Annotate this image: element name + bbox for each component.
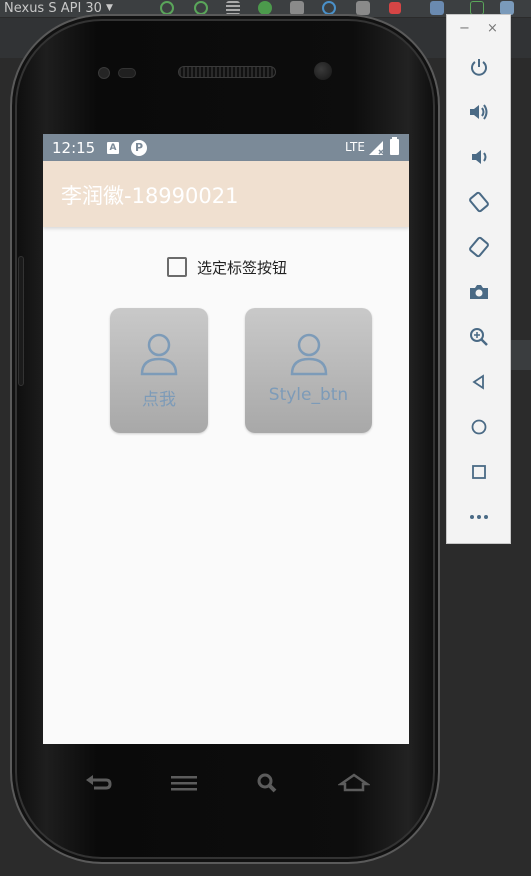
zoom-icon[interactable] [467,325,491,349]
checkbox-label: 选定标签按钮 [197,258,288,277]
minimize-button[interactable]: − [459,21,470,36]
earpiece-speaker [178,66,276,78]
ide-side-strip [511,340,531,370]
menu-key-icon[interactable] [164,771,204,801]
attach-debugger-icon[interactable] [290,1,304,15]
checkbox-box[interactable] [167,257,187,277]
run-tests-icon[interactable] [356,1,370,15]
more-icon[interactable] [467,505,491,529]
app-bar: 李润徽-18990021 [43,161,409,227]
profiler-icon[interactable] [322,1,336,15]
rerun-icon[interactable] [160,1,174,15]
click-me-button[interactable]: 点我 [110,308,208,433]
sync-icon[interactable] [430,1,444,15]
debug-icon[interactable] [258,1,272,15]
rotate-right-icon[interactable] [467,235,491,259]
camera-icon[interactable] [467,280,491,304]
run-icon[interactable] [470,1,484,15]
emulator-control-panel: − × [446,14,511,544]
style-btn-label: Style_btn [268,385,349,405]
status-time: 12:15 [52,139,96,157]
status-bar: 12:15 A P LTE [43,134,409,161]
notification-p-icon: P [131,140,147,156]
device-name: Nexus S API 30 [4,1,102,16]
network-type: LTE [345,140,365,154]
close-button[interactable]: × [487,21,498,36]
tag-button-checkbox[interactable]: 选定标签按钮 [167,255,287,279]
user-icon [290,333,328,376]
phone-side-button [18,256,24,386]
rotate-left-icon[interactable] [467,190,491,214]
proximity-sensor [118,68,136,78]
volume-up-icon[interactable] [467,100,491,124]
search-key-icon[interactable] [248,771,288,801]
device-screen: 12:15 A P LTE 李润徽-18990021 选定标签按钮 点我 Sty… [43,134,409,744]
home-icon[interactable] [467,415,491,439]
back-icon[interactable] [467,370,491,394]
battery-icon [390,137,399,155]
app-title: 李润徽-18990021 [61,184,239,208]
notification-a-icon: A [107,142,119,154]
chevron-down-icon: ▼ [105,3,113,13]
overview-icon[interactable] [467,460,491,484]
front-camera [98,67,110,79]
apply-changes-icon[interactable] [194,1,208,15]
back-key-icon[interactable] [79,771,119,801]
light-sensor [314,62,332,80]
style-btn-button[interactable]: Style_btn [245,308,372,433]
logcat-icon[interactable] [226,1,240,15]
user-icon [140,333,178,376]
click-me-label: 点我 [142,390,176,410]
stop-icon[interactable] [389,2,401,14]
home-key-icon[interactable] [334,771,374,801]
power-icon[interactable] [467,55,491,79]
signal-icon [369,141,384,155]
volume-down-icon[interactable] [467,145,491,169]
structure-icon[interactable] [500,1,514,15]
